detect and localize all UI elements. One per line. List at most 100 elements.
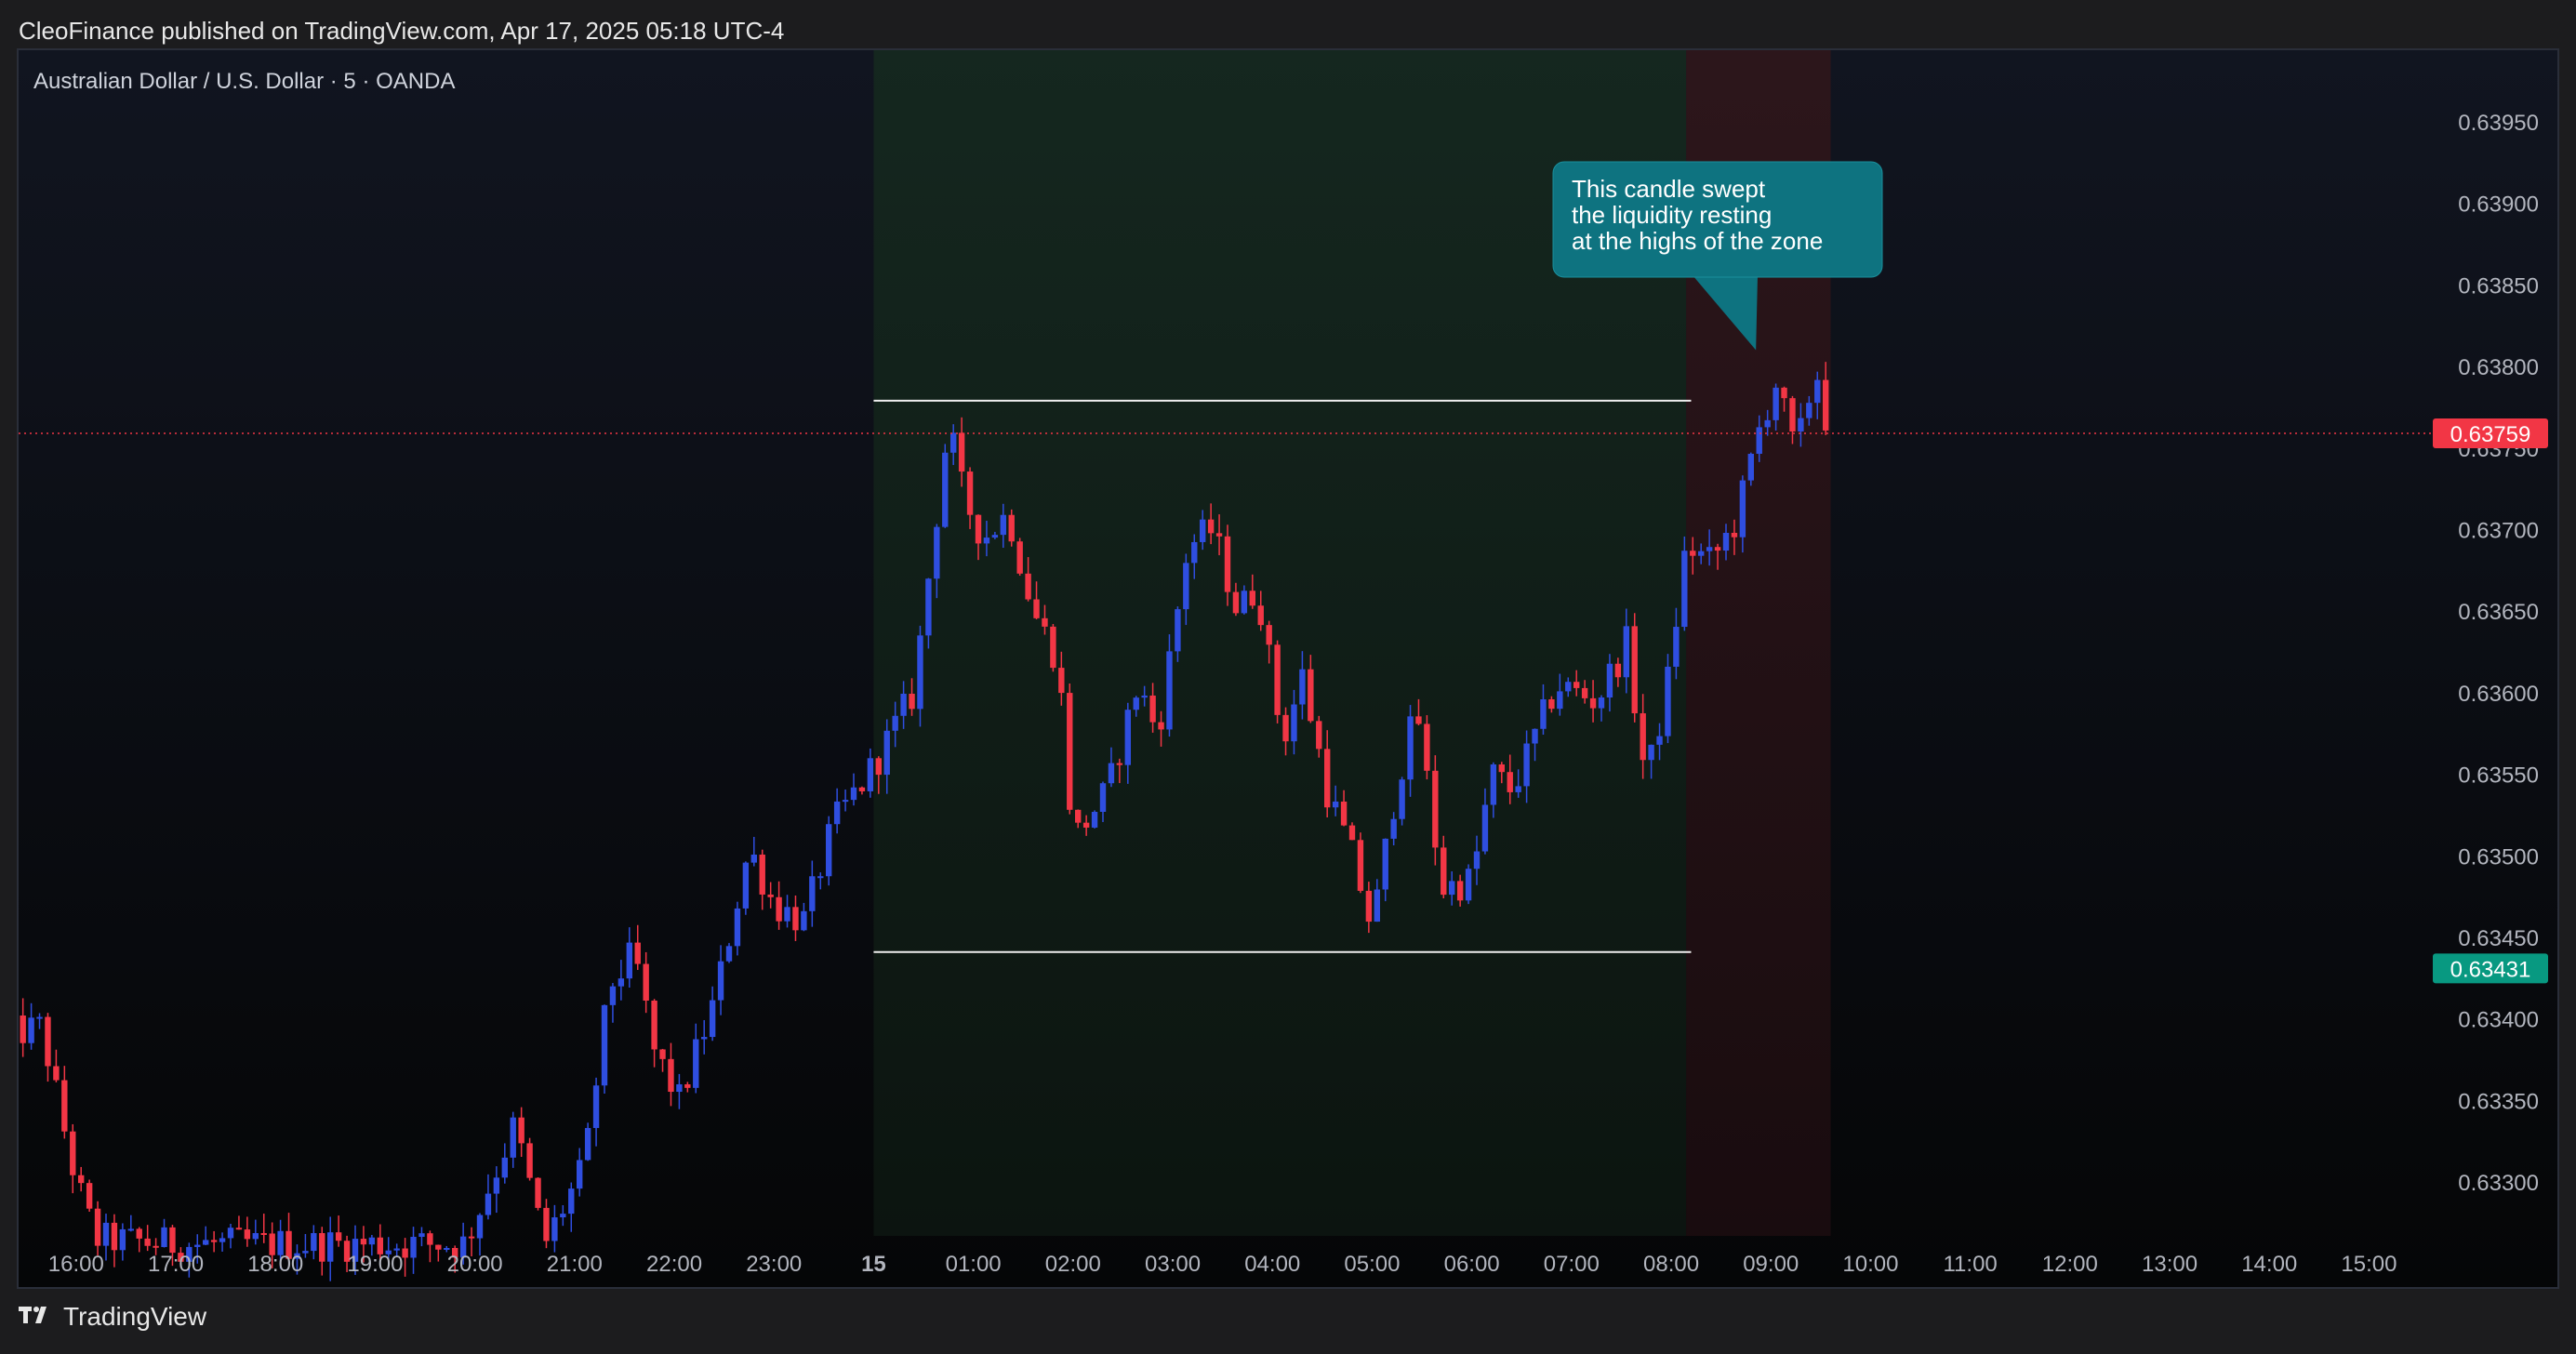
candle — [1008, 509, 1015, 547]
symbol-title[interactable]: Australian Dollar / U.S. Dollar · 5 · OA… — [33, 69, 455, 95]
candle — [742, 861, 750, 915]
candle-body — [1731, 532, 1738, 538]
candle-body — [1332, 801, 1339, 808]
tradingview-logo-icon — [19, 1302, 54, 1332]
candle-body — [1614, 663, 1622, 678]
candle-body — [28, 1017, 34, 1043]
candle-body — [78, 1175, 85, 1184]
price-chart[interactable]: This candle sweptthe liquidity restingat… — [19, 50, 2557, 1287]
candle-body — [1274, 644, 1281, 715]
candle-body — [1058, 668, 1065, 694]
candle-body — [1498, 764, 1505, 773]
candle-body — [742, 862, 750, 909]
candle — [1050, 623, 1056, 672]
candle-body — [1589, 697, 1597, 709]
candle-body — [584, 1127, 591, 1161]
candle — [942, 444, 949, 528]
publisher-line: CleoFinance published on TradingView.com… — [19, 17, 785, 45]
candle-body — [1116, 763, 1123, 765]
x-tick-label: 02:00 — [1045, 1252, 1101, 1277]
candle-body — [601, 1004, 608, 1086]
x-tick-label: 22:00 — [646, 1252, 702, 1277]
candle-body — [393, 1248, 400, 1251]
candle-body — [1515, 786, 1521, 792]
candle-body — [1108, 763, 1115, 784]
candle-body — [1424, 723, 1430, 771]
candle-body — [1099, 783, 1107, 813]
candle-body — [1656, 736, 1663, 745]
candle-body — [136, 1228, 142, 1239]
candle-body — [1698, 551, 1705, 556]
candle-body — [1473, 851, 1481, 869]
candle-body — [925, 578, 932, 636]
candle-body — [518, 1117, 524, 1144]
x-tick-label: 15:00 — [2341, 1252, 2397, 1277]
candle-body — [1324, 749, 1331, 808]
candle — [601, 1004, 608, 1094]
y-tick-label: 0.63550 — [2458, 763, 2539, 789]
candle-body — [86, 1183, 93, 1209]
candle — [86, 1179, 93, 1213]
candle-body — [444, 1247, 450, 1250]
x-tick-label: 12:00 — [2042, 1252, 2098, 1277]
candle-body — [1266, 625, 1272, 645]
candle-body — [1075, 809, 1082, 823]
candle-body — [1598, 697, 1605, 709]
candle-body — [61, 1080, 68, 1132]
candle-body — [1581, 687, 1588, 698]
candle-body — [668, 1058, 674, 1093]
candle-body — [875, 758, 882, 776]
candle-body — [1673, 627, 1680, 667]
chart-screenshot: CleoFinance published on TradingView.com… — [0, 0, 2576, 1354]
candle-body — [1241, 591, 1248, 614]
candle-body — [917, 635, 923, 710]
candle-body — [1823, 379, 1829, 431]
candle-body — [725, 946, 733, 962]
candle-body — [1631, 626, 1638, 714]
candle-body — [1456, 881, 1464, 901]
candle-body — [319, 1232, 325, 1262]
candle-body — [1532, 728, 1538, 744]
candle-body — [1282, 714, 1289, 742]
candle-body — [560, 1214, 566, 1218]
candle-body — [1481, 804, 1489, 852]
candle-body — [892, 715, 898, 731]
chart-pane[interactable]: This candle swept the liquidity resting at… — [17, 48, 2559, 1289]
candle-body — [1548, 698, 1555, 710]
candle-body — [709, 1000, 716, 1038]
candle-body — [1124, 710, 1131, 765]
candle-body — [335, 1232, 342, 1241]
candle — [1016, 538, 1023, 577]
candle-body — [20, 1016, 26, 1043]
candle-body — [1308, 669, 1314, 722]
footer-brand[interactable]: TradingView — [19, 1302, 206, 1332]
candle-body — [1747, 453, 1754, 481]
candle-body — [1291, 704, 1297, 742]
x-tick-label: 08:00 — [1643, 1252, 1699, 1277]
candle-body — [950, 432, 957, 453]
candle-body — [510, 1117, 516, 1158]
candle-body — [568, 1188, 575, 1215]
candle-body — [1175, 609, 1181, 652]
candle-body — [1232, 591, 1240, 614]
candle-body — [1050, 626, 1056, 669]
candle-body — [1207, 519, 1215, 534]
candle-body — [909, 694, 915, 710]
candle-body — [734, 908, 741, 947]
candle-body — [1449, 881, 1455, 896]
candle-body — [592, 1085, 600, 1128]
candle-body — [119, 1228, 126, 1251]
y-tick-label: 0.63600 — [2458, 682, 2539, 707]
candle-body — [1191, 541, 1198, 564]
candle-body — [1091, 812, 1098, 828]
candle — [1274, 640, 1281, 723]
candle-body — [169, 1227, 176, 1254]
candle-body — [311, 1232, 317, 1252]
candle-body — [227, 1228, 234, 1239]
candle-body — [1133, 697, 1139, 710]
candle — [826, 816, 832, 886]
candle-body — [1390, 818, 1397, 839]
candle-body — [750, 854, 757, 863]
y-tick-label: 0.63650 — [2458, 600, 2539, 625]
candle-body — [1441, 847, 1447, 896]
